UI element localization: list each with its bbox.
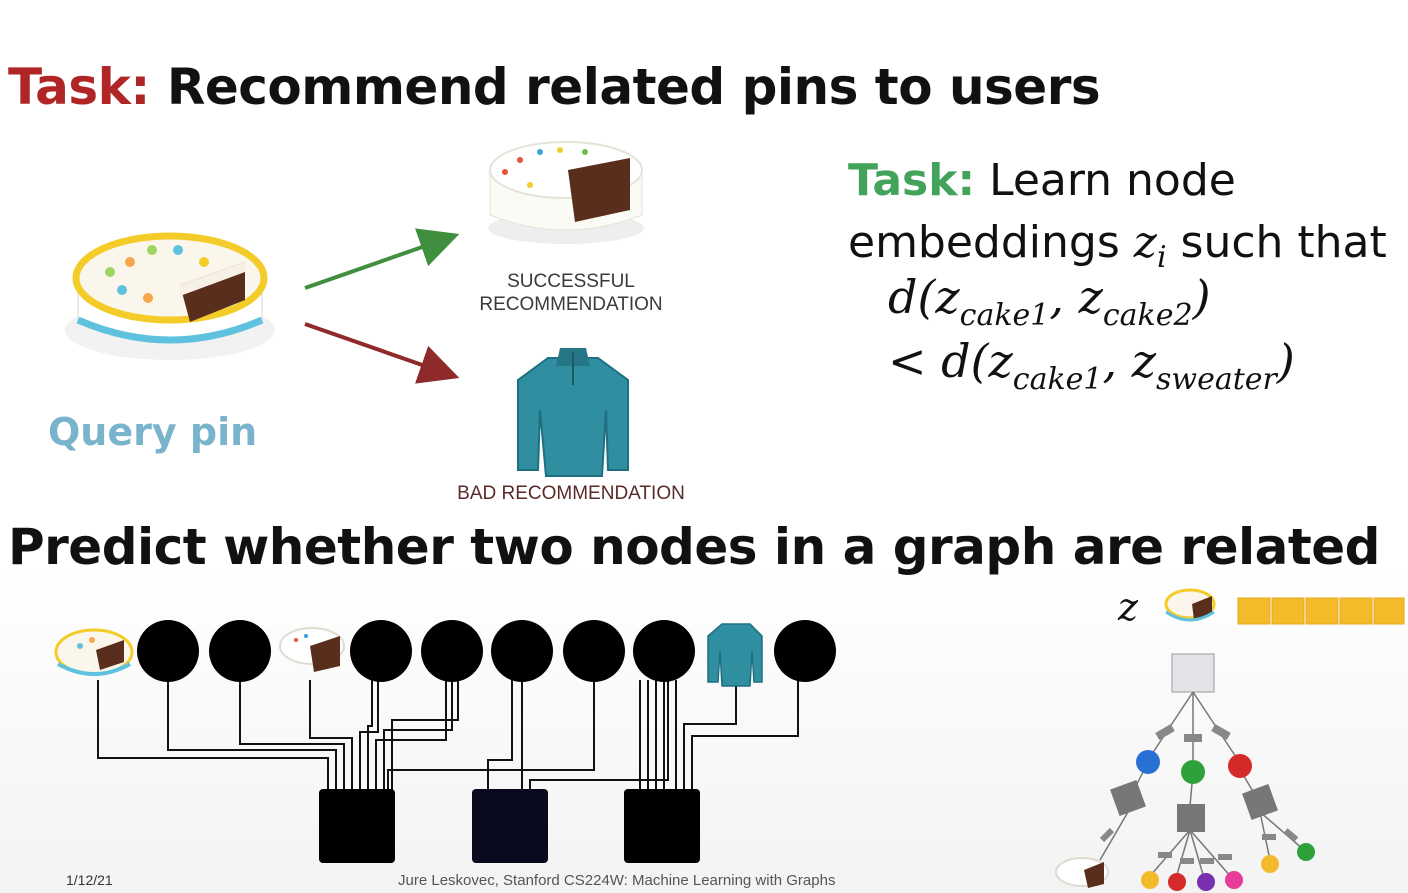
bad-arrow [304, 322, 460, 384]
eq1-sub: cake2 [1102, 298, 1193, 333]
eq2-part: , z [1102, 334, 1156, 388]
graph-edges [97, 680, 799, 790]
success-caption-line1: SUCCESSFUL [507, 271, 635, 292]
bad-caption: BAD RECOMMENDATION [457, 483, 685, 504]
graph-node [563, 620, 625, 682]
task-line2: embeddings zi such that [848, 212, 1387, 279]
eq1-part: , z [1049, 270, 1103, 324]
task-line1-rest: Learn node [975, 155, 1236, 206]
z-symbol: z [1133, 217, 1157, 268]
embedding-vector [1237, 597, 1405, 625]
graph-node [491, 620, 553, 682]
eq2-sub: sweater [1156, 362, 1277, 397]
sweater-icon [517, 348, 629, 477]
task-keyword: Task: [848, 155, 976, 206]
gnn-tree-diagram [1055, 653, 1315, 891]
eq2-part: ) [1276, 334, 1295, 388]
graph-node [209, 620, 271, 682]
task-line1: Task: Learn node [848, 150, 1387, 212]
eq1-part: ) [1192, 270, 1211, 324]
slide-subtitle: Predict whether two nodes in a graph are… [8, 518, 1380, 576]
graph-node-sweater [707, 623, 763, 687]
eq2-sub: cake1 [1012, 362, 1103, 397]
footer-date: 1/12/21 [66, 872, 113, 888]
graph-board [319, 789, 395, 863]
embedding-label: z [1118, 585, 1139, 629]
eq1-part: d(z [888, 270, 960, 324]
success-caption-line2: RECOMMENDATION [479, 294, 663, 315]
equation-line2: < d(zcake1, zsweater) [888, 334, 1295, 397]
task-description: Task: Learn node embeddings zi such that [848, 150, 1387, 279]
graph-board [472, 789, 548, 863]
sprinkle-cake-icon [488, 141, 644, 244]
graph-node [137, 620, 199, 682]
graph-node [350, 620, 412, 682]
query-cake-icon [65, 232, 275, 360]
graph-node-query-cake [54, 628, 134, 676]
embedding-cake-icon [1164, 588, 1216, 622]
eq2-part: < d(z [888, 334, 1013, 388]
success-caption: SUCCESSFUL RECOMMENDATION [440, 270, 702, 316]
footer-credit: Jure Leskovec, Stanford CS224W: Machine … [398, 872, 836, 889]
task-line2-prefix: embeddings [848, 217, 1134, 268]
query-pin-label: Query pin [48, 410, 258, 454]
graph-node [774, 620, 836, 682]
equation-line1: d(zcake1, zcake2) [888, 270, 1211, 333]
slide: Task: Recommend related pins to users Qu… [0, 0, 1408, 893]
task-line2-suffix: such that [1166, 217, 1387, 268]
graph-board [624, 789, 700, 863]
graph-node [633, 620, 695, 682]
graph-node-sprinkle-cake [279, 627, 345, 672]
success-arrow [304, 228, 460, 290]
eq1-sub: cake1 [959, 298, 1050, 333]
graph-node [421, 620, 483, 682]
